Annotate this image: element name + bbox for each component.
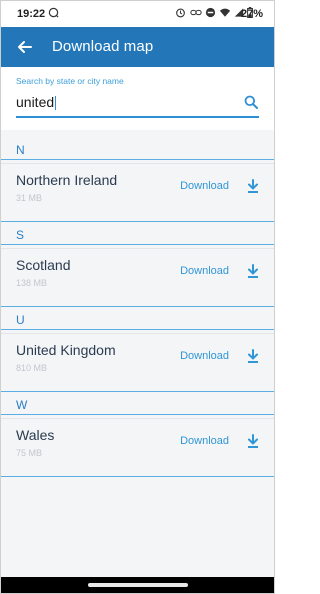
section-letter: U [16,313,25,327]
region-size: 31 MB [16,193,43,203]
region-name: Wales [16,427,55,443]
search-input[interactable]: united [16,94,57,111]
link-icon [190,7,202,21]
wifi-icon [219,7,231,21]
section-letter: W [16,398,28,412]
battery-percentage: 27% [240,8,263,20]
download-icon[interactable] [246,433,260,449]
status-time: 19:22 [17,8,46,20]
status-bar: 19:22 27% [1,1,274,27]
region-name: Northern Ireland [16,172,118,188]
list-item-wales[interactable]: Wales 75 MB Download [1,418,274,477]
list-item-northern-ireland[interactable]: Northern Ireland 31 MB Download [1,163,274,222]
download-icon[interactable] [246,178,260,194]
section-header-n: N [1,137,274,160]
region-size: 75 MB [16,448,43,458]
search-icon[interactable] [244,95,258,109]
section-header-w: W [1,392,274,415]
list-item-scotland[interactable]: Scotland 138 MB Download [1,248,274,307]
page-title: Download map [52,38,154,55]
dnd-icon [205,7,216,21]
home-gesture-handle[interactable] [87,583,188,587]
search-input-text: united [16,94,55,110]
download-button[interactable]: Download [180,350,229,362]
search-label: Search by state or city name [16,76,124,86]
search-field[interactable]: Search by state or city name united [1,67,274,130]
system-nav-bar [1,577,274,593]
text-cursor [55,96,57,111]
list-item-united-kingdom[interactable]: United Kingdom 810 MB Download [1,333,274,392]
back-arrow-icon[interactable] [13,35,37,59]
section-header-s: S [1,222,274,245]
section-letter: S [16,228,25,242]
app-bar: Download map [1,27,274,67]
screen: 19:22 27% Download map Search by state o… [0,0,275,594]
download-icon[interactable] [246,263,260,279]
search-underline [16,116,259,118]
download-button[interactable]: Download [180,180,229,192]
section-letter: N [16,143,25,157]
download-button[interactable]: Download [180,435,229,447]
section-header-u: U [1,307,274,330]
region-name: Scotland [16,257,71,273]
notification-icon [48,7,59,21]
region-list: N Northern Ireland 31 MB Download S Scot… [1,137,274,477]
region-size: 138 MB [16,278,48,288]
download-icon[interactable] [246,348,260,364]
region-name: United Kingdom [16,342,116,358]
alarm-icon [175,7,186,21]
download-button[interactable]: Download [180,265,229,277]
region-size: 810 MB [16,363,48,373]
